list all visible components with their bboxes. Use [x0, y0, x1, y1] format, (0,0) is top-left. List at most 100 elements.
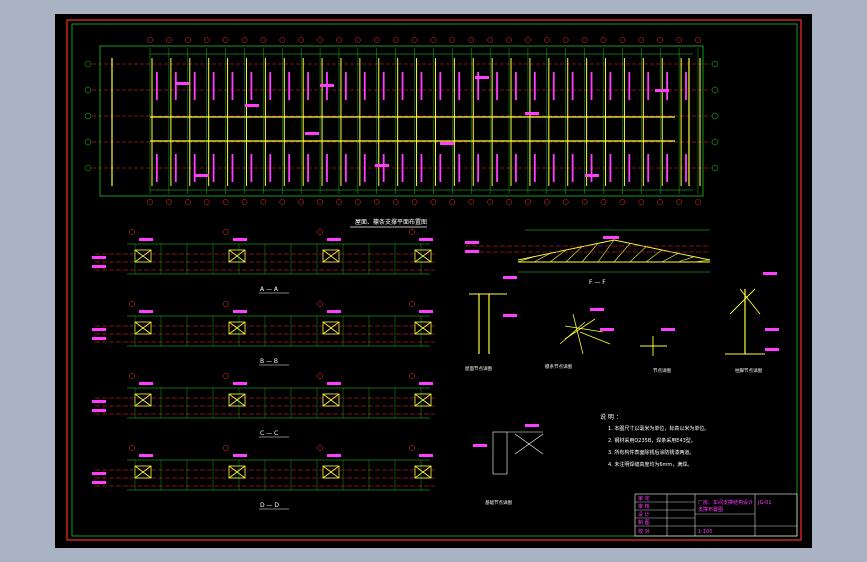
purlin-tag: [685, 72, 687, 100]
plan-callout: [440, 142, 454, 145]
axis-bubble-top: [695, 37, 701, 43]
detail-callout: [765, 328, 779, 331]
axis-bubble-top: [411, 37, 418, 43]
axis-bubble-bottom: [279, 199, 286, 205]
purlin-tag: [420, 72, 423, 100]
purlin-tag: [344, 72, 347, 100]
purlin-tag: [231, 72, 234, 100]
section-label: A — A: [260, 286, 279, 293]
axis-bubble-bottom: [355, 199, 361, 205]
axis-bubble-top: [317, 37, 323, 43]
axis-bubble: [711, 138, 719, 146]
purlin-tag: [571, 72, 574, 100]
detail-callout: [763, 272, 777, 275]
axis-bubble-top: [468, 37, 475, 43]
note-line-4: 4. 未注明焊缝高度均为6mm，满焊。: [608, 461, 692, 468]
axis-bubble-bottom: [373, 199, 380, 205]
axis-bubble-bottom: [676, 199, 682, 205]
section-level-tag: [92, 337, 106, 340]
purlin-tag: [647, 154, 650, 182]
purlin-tag: [552, 154, 555, 182]
section-2: B — B: [92, 301, 435, 366]
detail-label-2: 檩条节点详图: [545, 363, 572, 370]
section-callout: [139, 238, 153, 241]
purlin-tag: [382, 72, 385, 100]
axis-bubble-top: [279, 37, 286, 43]
axis-bubble-top: [184, 37, 191, 43]
detail-label-4: 柱脚节点详图: [735, 367, 762, 374]
axis-bubble-top: [487, 37, 493, 43]
axis-bubble-top: [260, 37, 267, 43]
axis-bubble-top: [676, 37, 682, 43]
axis-bubble: [223, 445, 229, 451]
purlin-tag: [231, 154, 234, 182]
axis-bubble: [129, 445, 135, 451]
note-line-1: 1. 本图尺寸以毫米为单位，标高以米为单位。: [608, 425, 709, 432]
purlin-tag: [590, 72, 593, 100]
roof-bracing-plan: [84, 37, 719, 205]
purlin-tag: [477, 154, 480, 182]
detail-member: [572, 313, 584, 355]
axis-bubble-bottom: [543, 199, 550, 205]
section-label: C — C: [260, 430, 278, 437]
purlin-tag: [590, 154, 593, 182]
section-level-tag: [92, 409, 106, 412]
axis-bubble: [129, 301, 135, 307]
purlin-tag: [533, 72, 536, 100]
purlin-tag: [533, 154, 536, 182]
purlin-tag: [288, 154, 291, 182]
axis-bubble-bottom: [392, 199, 399, 205]
title-scale: 1:100: [698, 529, 712, 535]
axis-bubble-top: [392, 37, 399, 43]
axis-bubble-top: [581, 37, 588, 43]
axis-bubble-top: [525, 37, 531, 43]
axis-bubble-bottom: [222, 199, 229, 205]
detail-label-5: 基础节点详图: [485, 499, 512, 506]
axis-bubble-bottom: [581, 199, 588, 205]
purlin-tag: [401, 154, 404, 182]
plan-title: 屋面、檩条支撑平面布置图: [355, 218, 427, 226]
title-row-4: 制 图: [638, 519, 650, 526]
axis-bubble-bottom: [695, 199, 701, 205]
axis-bubble: [317, 373, 323, 379]
axis-bubble-bottom: [657, 199, 664, 205]
section-callout: [139, 454, 153, 457]
axis-bubble: [84, 112, 92, 120]
purlin-tag: [666, 72, 669, 100]
title-row-2: 审 核: [638, 503, 650, 510]
detail-callout: [590, 308, 604, 311]
note-line-2: 2. 钢材采用Q235B，焊条采用E43型。: [608, 437, 696, 444]
roof-truss-elevation: [465, 229, 711, 273]
section-callout: [327, 454, 341, 457]
detail-callout: [503, 314, 517, 317]
detail-callout: [661, 328, 675, 331]
axis-bubble-top: [222, 37, 229, 43]
section-callout: [419, 238, 433, 241]
axis-bubble-top: [298, 37, 305, 43]
axis-bubble: [84, 138, 92, 146]
detail-callout: [473, 444, 487, 447]
purlin-tag: [212, 154, 215, 182]
axis-bubble-top: [166, 37, 172, 43]
drawing-viewport[interactable]: 屋面、檩条支撑平面布置图 A — AB — BC — CD — D F — F …: [55, 14, 812, 548]
purlin-tag: [174, 72, 177, 100]
purlin-tag: [363, 154, 366, 182]
plan-callout: [245, 104, 259, 107]
purlin-tag: [552, 72, 555, 100]
detail-member: [579, 331, 611, 345]
purlin-tag: [496, 72, 498, 100]
purlin-tag: [212, 72, 215, 100]
purlin-tag: [156, 154, 158, 182]
purlin-tag: [326, 154, 328, 182]
section-callout: [419, 382, 433, 385]
purlin-tag: [156, 72, 158, 100]
purlin-tag: [250, 72, 253, 100]
section-callout: [139, 310, 153, 313]
axis-bubble-top: [373, 37, 380, 43]
purlin-tag: [458, 72, 461, 100]
axis-bubble-top: [203, 37, 210, 43]
plan-callout: [195, 174, 209, 177]
section-callout: [327, 382, 341, 385]
truss-web: [677, 256, 695, 263]
truss-level-tag: [465, 241, 479, 244]
